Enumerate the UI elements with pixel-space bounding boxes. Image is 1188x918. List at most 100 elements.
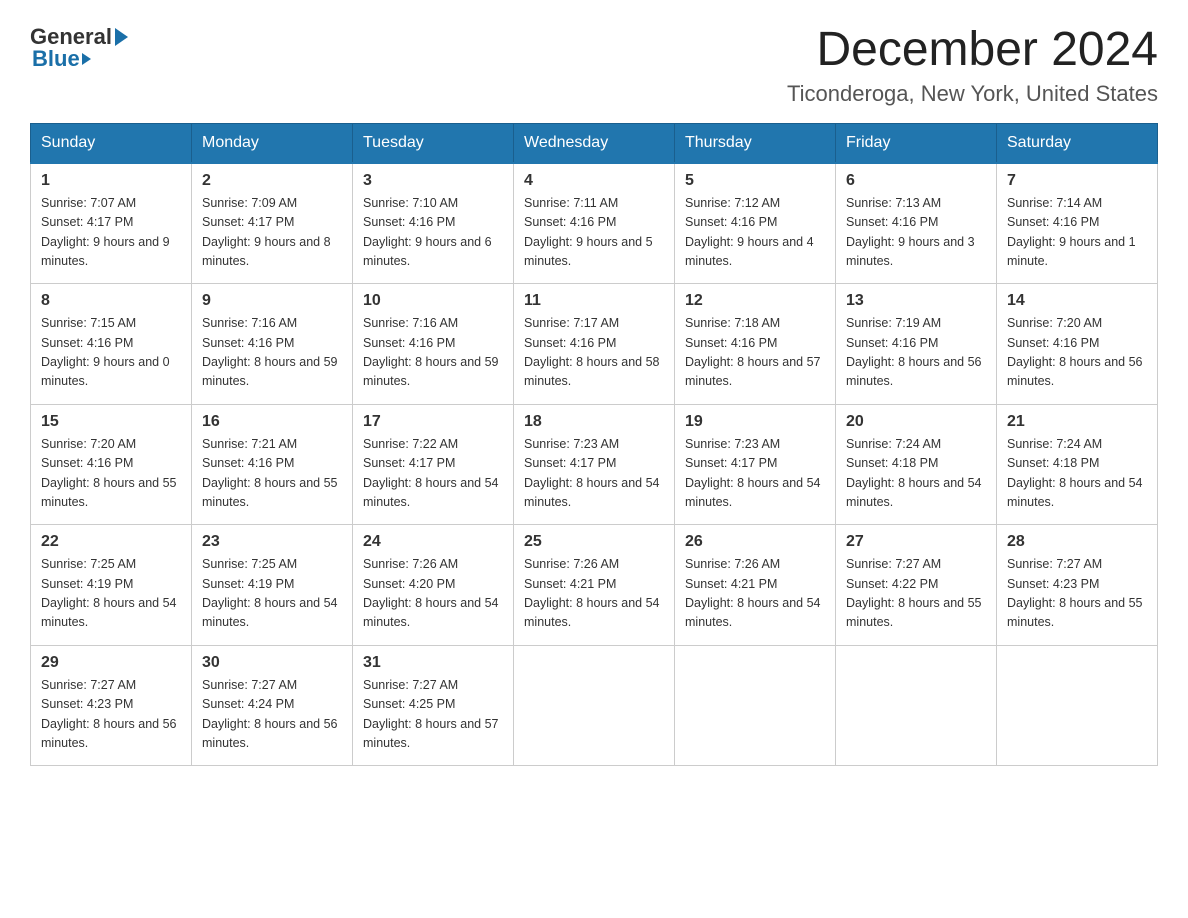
day-number: 15 (41, 413, 181, 431)
day-number: 21 (1007, 413, 1147, 431)
day-number: 6 (846, 172, 986, 190)
calendar-cell: 18 Sunrise: 7:23 AMSunset: 4:17 PMDaylig… (514, 404, 675, 525)
calendar-cell: 1 Sunrise: 7:07 AMSunset: 4:17 PMDayligh… (31, 163, 192, 284)
calendar-cell: 31 Sunrise: 7:27 AMSunset: 4:25 PMDaylig… (353, 645, 514, 766)
day-info: Sunrise: 7:17 AMSunset: 4:16 PMDaylight:… (524, 316, 660, 388)
day-info: Sunrise: 7:27 AMSunset: 4:24 PMDaylight:… (202, 678, 338, 750)
day-info: Sunrise: 7:20 AMSunset: 4:16 PMDaylight:… (41, 437, 177, 509)
calendar-cell: 5 Sunrise: 7:12 AMSunset: 4:16 PMDayligh… (675, 163, 836, 284)
day-number: 29 (41, 654, 181, 672)
calendar-week-2: 8 Sunrise: 7:15 AMSunset: 4:16 PMDayligh… (31, 284, 1158, 405)
day-info: Sunrise: 7:12 AMSunset: 4:16 PMDaylight:… (685, 196, 814, 268)
day-number: 7 (1007, 172, 1147, 190)
page-header: General Blue December 2024 Ticonderoga, … (30, 24, 1158, 107)
calendar-cell: 7 Sunrise: 7:14 AMSunset: 4:16 PMDayligh… (997, 163, 1158, 284)
calendar-header-monday: Monday (192, 123, 353, 163)
calendar-cell: 22 Sunrise: 7:25 AMSunset: 4:19 PMDaylig… (31, 525, 192, 646)
calendar-cell: 9 Sunrise: 7:16 AMSunset: 4:16 PMDayligh… (192, 284, 353, 405)
calendar-cell: 28 Sunrise: 7:27 AMSunset: 4:23 PMDaylig… (997, 525, 1158, 646)
day-number: 24 (363, 533, 503, 551)
day-info: Sunrise: 7:07 AMSunset: 4:17 PMDaylight:… (41, 196, 170, 268)
day-number: 22 (41, 533, 181, 551)
day-info: Sunrise: 7:27 AMSunset: 4:22 PMDaylight:… (846, 557, 982, 629)
calendar-cell: 20 Sunrise: 7:24 AMSunset: 4:18 PMDaylig… (836, 404, 997, 525)
day-info: Sunrise: 7:26 AMSunset: 4:21 PMDaylight:… (524, 557, 660, 629)
day-info: Sunrise: 7:22 AMSunset: 4:17 PMDaylight:… (363, 437, 499, 509)
calendar-cell: 16 Sunrise: 7:21 AMSunset: 4:16 PMDaylig… (192, 404, 353, 525)
calendar-cell: 30 Sunrise: 7:27 AMSunset: 4:24 PMDaylig… (192, 645, 353, 766)
day-number: 27 (846, 533, 986, 551)
day-info: Sunrise: 7:27 AMSunset: 4:25 PMDaylight:… (363, 678, 499, 750)
day-number: 3 (363, 172, 503, 190)
day-info: Sunrise: 7:27 AMSunset: 4:23 PMDaylight:… (1007, 557, 1143, 629)
calendar-cell: 14 Sunrise: 7:20 AMSunset: 4:16 PMDaylig… (997, 284, 1158, 405)
calendar-cell: 29 Sunrise: 7:27 AMSunset: 4:23 PMDaylig… (31, 645, 192, 766)
calendar-cell: 8 Sunrise: 7:15 AMSunset: 4:16 PMDayligh… (31, 284, 192, 405)
calendar-cell (836, 645, 997, 766)
day-number: 8 (41, 292, 181, 310)
day-info: Sunrise: 7:23 AMSunset: 4:17 PMDaylight:… (685, 437, 821, 509)
calendar-header-row: SundayMondayTuesdayWednesdayThursdayFrid… (31, 123, 1158, 163)
calendar-cell: 17 Sunrise: 7:22 AMSunset: 4:17 PMDaylig… (353, 404, 514, 525)
day-number: 26 (685, 533, 825, 551)
calendar-cell: 24 Sunrise: 7:26 AMSunset: 4:20 PMDaylig… (353, 525, 514, 646)
day-info: Sunrise: 7:11 AMSunset: 4:16 PMDaylight:… (524, 196, 653, 268)
day-number: 1 (41, 172, 181, 190)
day-number: 19 (685, 413, 825, 431)
day-info: Sunrise: 7:09 AMSunset: 4:17 PMDaylight:… (202, 196, 331, 268)
calendar-cell: 4 Sunrise: 7:11 AMSunset: 4:16 PMDayligh… (514, 163, 675, 284)
day-info: Sunrise: 7:16 AMSunset: 4:16 PMDaylight:… (202, 316, 338, 388)
calendar-table: SundayMondayTuesdayWednesdayThursdayFrid… (30, 123, 1158, 767)
day-number: 4 (524, 172, 664, 190)
day-number: 11 (524, 292, 664, 310)
day-info: Sunrise: 7:16 AMSunset: 4:16 PMDaylight:… (363, 316, 499, 388)
day-info: Sunrise: 7:21 AMSunset: 4:16 PMDaylight:… (202, 437, 338, 509)
calendar-cell: 12 Sunrise: 7:18 AMSunset: 4:16 PMDaylig… (675, 284, 836, 405)
calendar-cell: 13 Sunrise: 7:19 AMSunset: 4:16 PMDaylig… (836, 284, 997, 405)
calendar-header-saturday: Saturday (997, 123, 1158, 163)
day-number: 31 (363, 654, 503, 672)
calendar-header-thursday: Thursday (675, 123, 836, 163)
logo-blue-text: Blue (32, 46, 80, 72)
title-block: December 2024 Ticonderoga, New York, Uni… (787, 24, 1158, 107)
day-info: Sunrise: 7:19 AMSunset: 4:16 PMDaylight:… (846, 316, 982, 388)
day-number: 13 (846, 292, 986, 310)
day-number: 2 (202, 172, 342, 190)
day-info: Sunrise: 7:20 AMSunset: 4:16 PMDaylight:… (1007, 316, 1143, 388)
day-number: 5 (685, 172, 825, 190)
calendar-cell: 15 Sunrise: 7:20 AMSunset: 4:16 PMDaylig… (31, 404, 192, 525)
calendar-cell: 23 Sunrise: 7:25 AMSunset: 4:19 PMDaylig… (192, 525, 353, 646)
day-info: Sunrise: 7:27 AMSunset: 4:23 PMDaylight:… (41, 678, 177, 750)
calendar-cell: 6 Sunrise: 7:13 AMSunset: 4:16 PMDayligh… (836, 163, 997, 284)
day-info: Sunrise: 7:15 AMSunset: 4:16 PMDaylight:… (41, 316, 170, 388)
day-number: 25 (524, 533, 664, 551)
day-info: Sunrise: 7:26 AMSunset: 4:21 PMDaylight:… (685, 557, 821, 629)
day-number: 30 (202, 654, 342, 672)
calendar-header-friday: Friday (836, 123, 997, 163)
calendar-cell: 10 Sunrise: 7:16 AMSunset: 4:16 PMDaylig… (353, 284, 514, 405)
calendar-cell: 3 Sunrise: 7:10 AMSunset: 4:16 PMDayligh… (353, 163, 514, 284)
calendar-cell: 27 Sunrise: 7:27 AMSunset: 4:22 PMDaylig… (836, 525, 997, 646)
day-info: Sunrise: 7:24 AMSunset: 4:18 PMDaylight:… (1007, 437, 1143, 509)
day-number: 9 (202, 292, 342, 310)
calendar-cell: 11 Sunrise: 7:17 AMSunset: 4:16 PMDaylig… (514, 284, 675, 405)
calendar-cell: 26 Sunrise: 7:26 AMSunset: 4:21 PMDaylig… (675, 525, 836, 646)
day-number: 18 (524, 413, 664, 431)
calendar-week-4: 22 Sunrise: 7:25 AMSunset: 4:19 PMDaylig… (31, 525, 1158, 646)
day-info: Sunrise: 7:13 AMSunset: 4:16 PMDaylight:… (846, 196, 975, 268)
day-number: 28 (1007, 533, 1147, 551)
calendar-week-1: 1 Sunrise: 7:07 AMSunset: 4:17 PMDayligh… (31, 163, 1158, 284)
day-info: Sunrise: 7:23 AMSunset: 4:17 PMDaylight:… (524, 437, 660, 509)
calendar-week-5: 29 Sunrise: 7:27 AMSunset: 4:23 PMDaylig… (31, 645, 1158, 766)
day-info: Sunrise: 7:18 AMSunset: 4:16 PMDaylight:… (685, 316, 821, 388)
day-info: Sunrise: 7:25 AMSunset: 4:19 PMDaylight:… (41, 557, 177, 629)
day-number: 16 (202, 413, 342, 431)
calendar-header-tuesday: Tuesday (353, 123, 514, 163)
day-info: Sunrise: 7:26 AMSunset: 4:20 PMDaylight:… (363, 557, 499, 629)
day-info: Sunrise: 7:14 AMSunset: 4:16 PMDaylight:… (1007, 196, 1136, 268)
calendar-header-wednesday: Wednesday (514, 123, 675, 163)
day-number: 14 (1007, 292, 1147, 310)
logo-arrow-icon (115, 28, 128, 46)
calendar-cell: 21 Sunrise: 7:24 AMSunset: 4:18 PMDaylig… (997, 404, 1158, 525)
calendar-cell: 2 Sunrise: 7:09 AMSunset: 4:17 PMDayligh… (192, 163, 353, 284)
